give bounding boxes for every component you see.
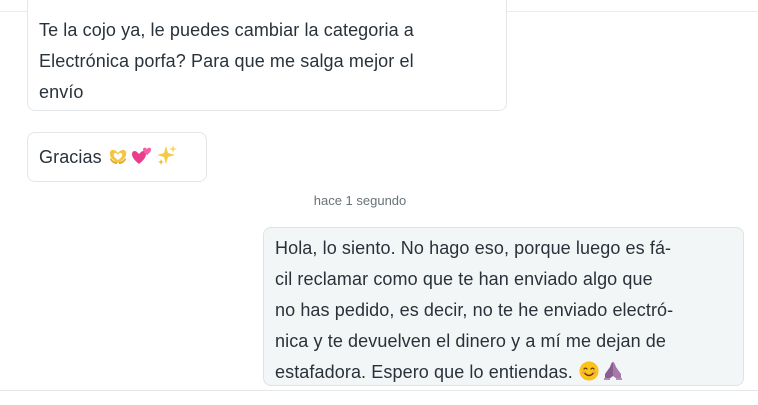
chat-thread: Te la cojo ya, le puedes cambiar la cate… <box>0 0 758 405</box>
message-timestamp: hace 1 segundo <box>313 193 407 208</box>
incoming-message-bubble: Te la cojo ya, le puedes cambiar la cate… <box>27 0 507 111</box>
message-text-line: Hola, lo siento. No hago eso, porque lue… <box>275 238 672 258</box>
message-text-line-last: estafadora. Espero que lo entiendas. <box>275 357 732 388</box>
message-text-line: no has pedido, es decir, no te he enviad… <box>275 300 674 320</box>
message-text: estafadora. Espero que lo entiendas. <box>275 362 573 382</box>
message-text-line: cil reclamar como que te han enviado alg… <box>275 269 653 289</box>
incoming-message-bubble: Gracias <box>27 132 207 182</box>
message-text-line: Te la cojo ya, le puedes cambiar la cate… <box>39 20 414 40</box>
message-text-line: nica y te devuelven el dinero y a mí me … <box>275 331 667 351</box>
message-text: Gracias <box>39 147 102 167</box>
folded-hands-icon <box>603 362 622 381</box>
message-text-line: Electrónica porfa? Para que me salga mej… <box>39 51 414 71</box>
outgoing-message-bubble: Hola, lo siento. No hago eso, porque lue… <box>263 227 744 386</box>
bottom-divider <box>0 390 758 391</box>
two-hearts-icon <box>131 147 151 165</box>
heart-hands-icon <box>109 150 126 165</box>
smiling-face-icon <box>579 361 599 381</box>
sparkles-icon <box>156 145 177 166</box>
message-text-line: envío <box>39 82 84 102</box>
